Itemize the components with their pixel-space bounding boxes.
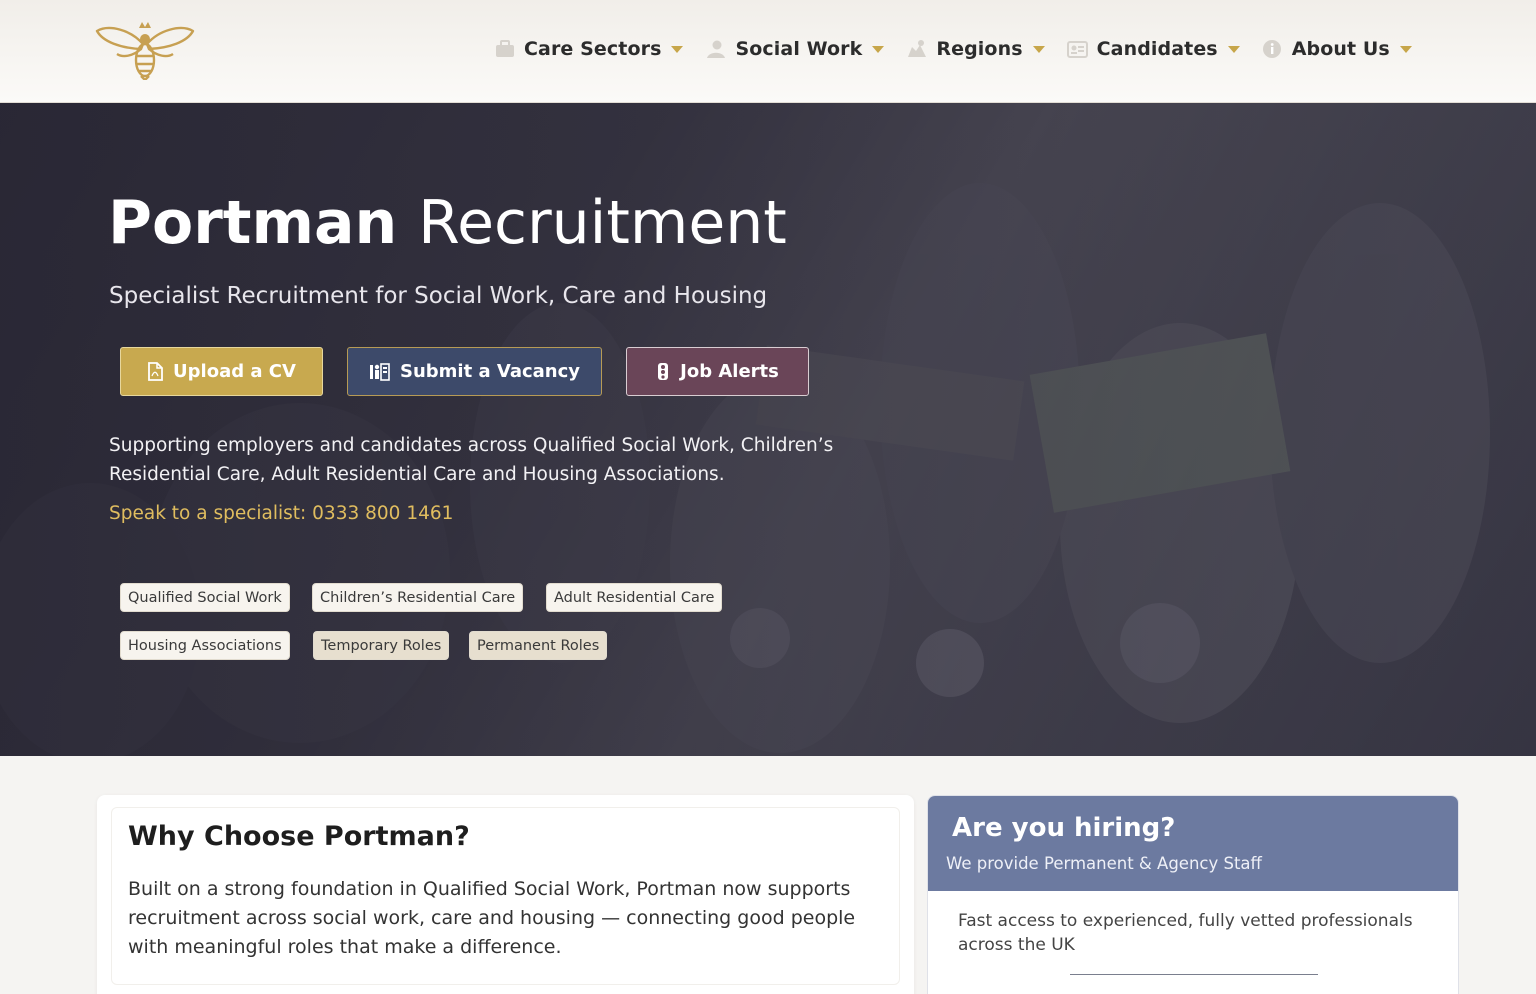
tag-childrens-residential-care[interactable]: Children’s Residential Care bbox=[312, 583, 524, 612]
map-icon bbox=[906, 39, 927, 59]
upload-cv-button[interactable]: Upload a CV bbox=[120, 347, 323, 396]
hiring-card: Are you hiring? We provide Permanent & A… bbox=[927, 795, 1459, 994]
why-choose-card: Why Choose Portman? Built on a strong fo… bbox=[97, 795, 914, 994]
briefcase-icon bbox=[494, 39, 515, 59]
nav-care-sectors[interactable]: Care Sectors bbox=[494, 34, 705, 64]
title-light: Recruitment bbox=[418, 188, 787, 258]
hero-subtitle: Specialist Recruitment for Social Work, … bbox=[109, 283, 768, 309]
hiring-subtitle: We provide Permanent & Agency Staff bbox=[946, 854, 1262, 873]
title-bold: Portman bbox=[108, 188, 398, 258]
job-alerts-button[interactable]: Job Alerts bbox=[626, 347, 809, 396]
chevron-down-icon bbox=[1227, 45, 1240, 53]
chevron-down-icon bbox=[671, 45, 684, 53]
nav-candidates[interactable]: Candidates bbox=[1066, 34, 1262, 64]
submit-vacancy-button[interactable]: Submit a Vacancy bbox=[347, 347, 602, 396]
nav-candidates-label: Candidates bbox=[1096, 38, 1218, 60]
chevron-down-icon bbox=[1399, 45, 1412, 53]
site-header: Care Sectors Social Work Regions Candida… bbox=[0, 0, 1536, 103]
divider bbox=[1070, 974, 1318, 975]
tag-temporary-roles[interactable]: Temporary Roles bbox=[313, 631, 450, 660]
job-alerts-label: Job Alerts bbox=[680, 361, 779, 382]
nav-care-sectors-label: Care Sectors bbox=[524, 38, 662, 60]
hiring-title: Are you hiring? bbox=[952, 813, 1176, 843]
vacancy-board-icon bbox=[369, 362, 390, 381]
file-pdf-icon bbox=[147, 362, 163, 381]
why-title-prefix: Why Choose bbox=[128, 821, 324, 852]
hiring-card-header: Are you hiring? We provide Permanent & A… bbox=[928, 796, 1458, 891]
tag-qualified-social-work[interactable]: Qualified Social Work bbox=[120, 583, 290, 612]
traffic-light-icon bbox=[656, 362, 670, 381]
why-choose-title: Why Choose Portman? bbox=[128, 821, 470, 852]
why-title-suffix: ? bbox=[454, 821, 470, 852]
nav-social-work[interactable]: Social Work bbox=[705, 34, 906, 64]
page-title: Portman Recruitment bbox=[108, 188, 787, 258]
phone-link[interactable]: Speak to a specialist: 0333 800 1461 bbox=[109, 503, 453, 524]
submit-vacancy-label: Submit a Vacancy bbox=[400, 361, 580, 382]
hiring-text: Fast access to experienced, fully vetted… bbox=[958, 911, 1413, 955]
nav-about-us-label: About Us bbox=[1291, 38, 1390, 60]
why-title-bold: Portman bbox=[323, 821, 455, 852]
upload-cv-label: Upload a CV bbox=[173, 361, 296, 382]
user-icon bbox=[705, 39, 726, 59]
nav-regions[interactable]: Regions bbox=[906, 34, 1066, 64]
tag-adult-residential-care[interactable]: Adult Residential Care bbox=[546, 583, 723, 612]
tag-housing-associations[interactable]: Housing Associations bbox=[120, 631, 290, 660]
chevron-down-icon bbox=[872, 45, 885, 53]
tag-permanent-roles[interactable]: Permanent Roles bbox=[469, 631, 608, 660]
id-card-icon bbox=[1066, 39, 1088, 59]
nav-regions-label: Regions bbox=[936, 38, 1023, 60]
nav-about-us[interactable]: About Us bbox=[1262, 34, 1434, 64]
hero-banner: Portman Recruitment Specialist Recruitme… bbox=[0, 103, 1536, 756]
info-icon bbox=[1262, 39, 1283, 59]
chevron-down-icon bbox=[1032, 45, 1045, 53]
nav-social-work-label: Social Work bbox=[735, 38, 863, 60]
bee-logo-icon[interactable] bbox=[95, 18, 195, 80]
main-nav: Care Sectors Social Work Regions Candida… bbox=[494, 34, 1434, 64]
hero-description: Supporting employers and candidates acro… bbox=[109, 435, 834, 485]
why-choose-text: Built on a strong foundation in Qualifie… bbox=[128, 878, 856, 958]
